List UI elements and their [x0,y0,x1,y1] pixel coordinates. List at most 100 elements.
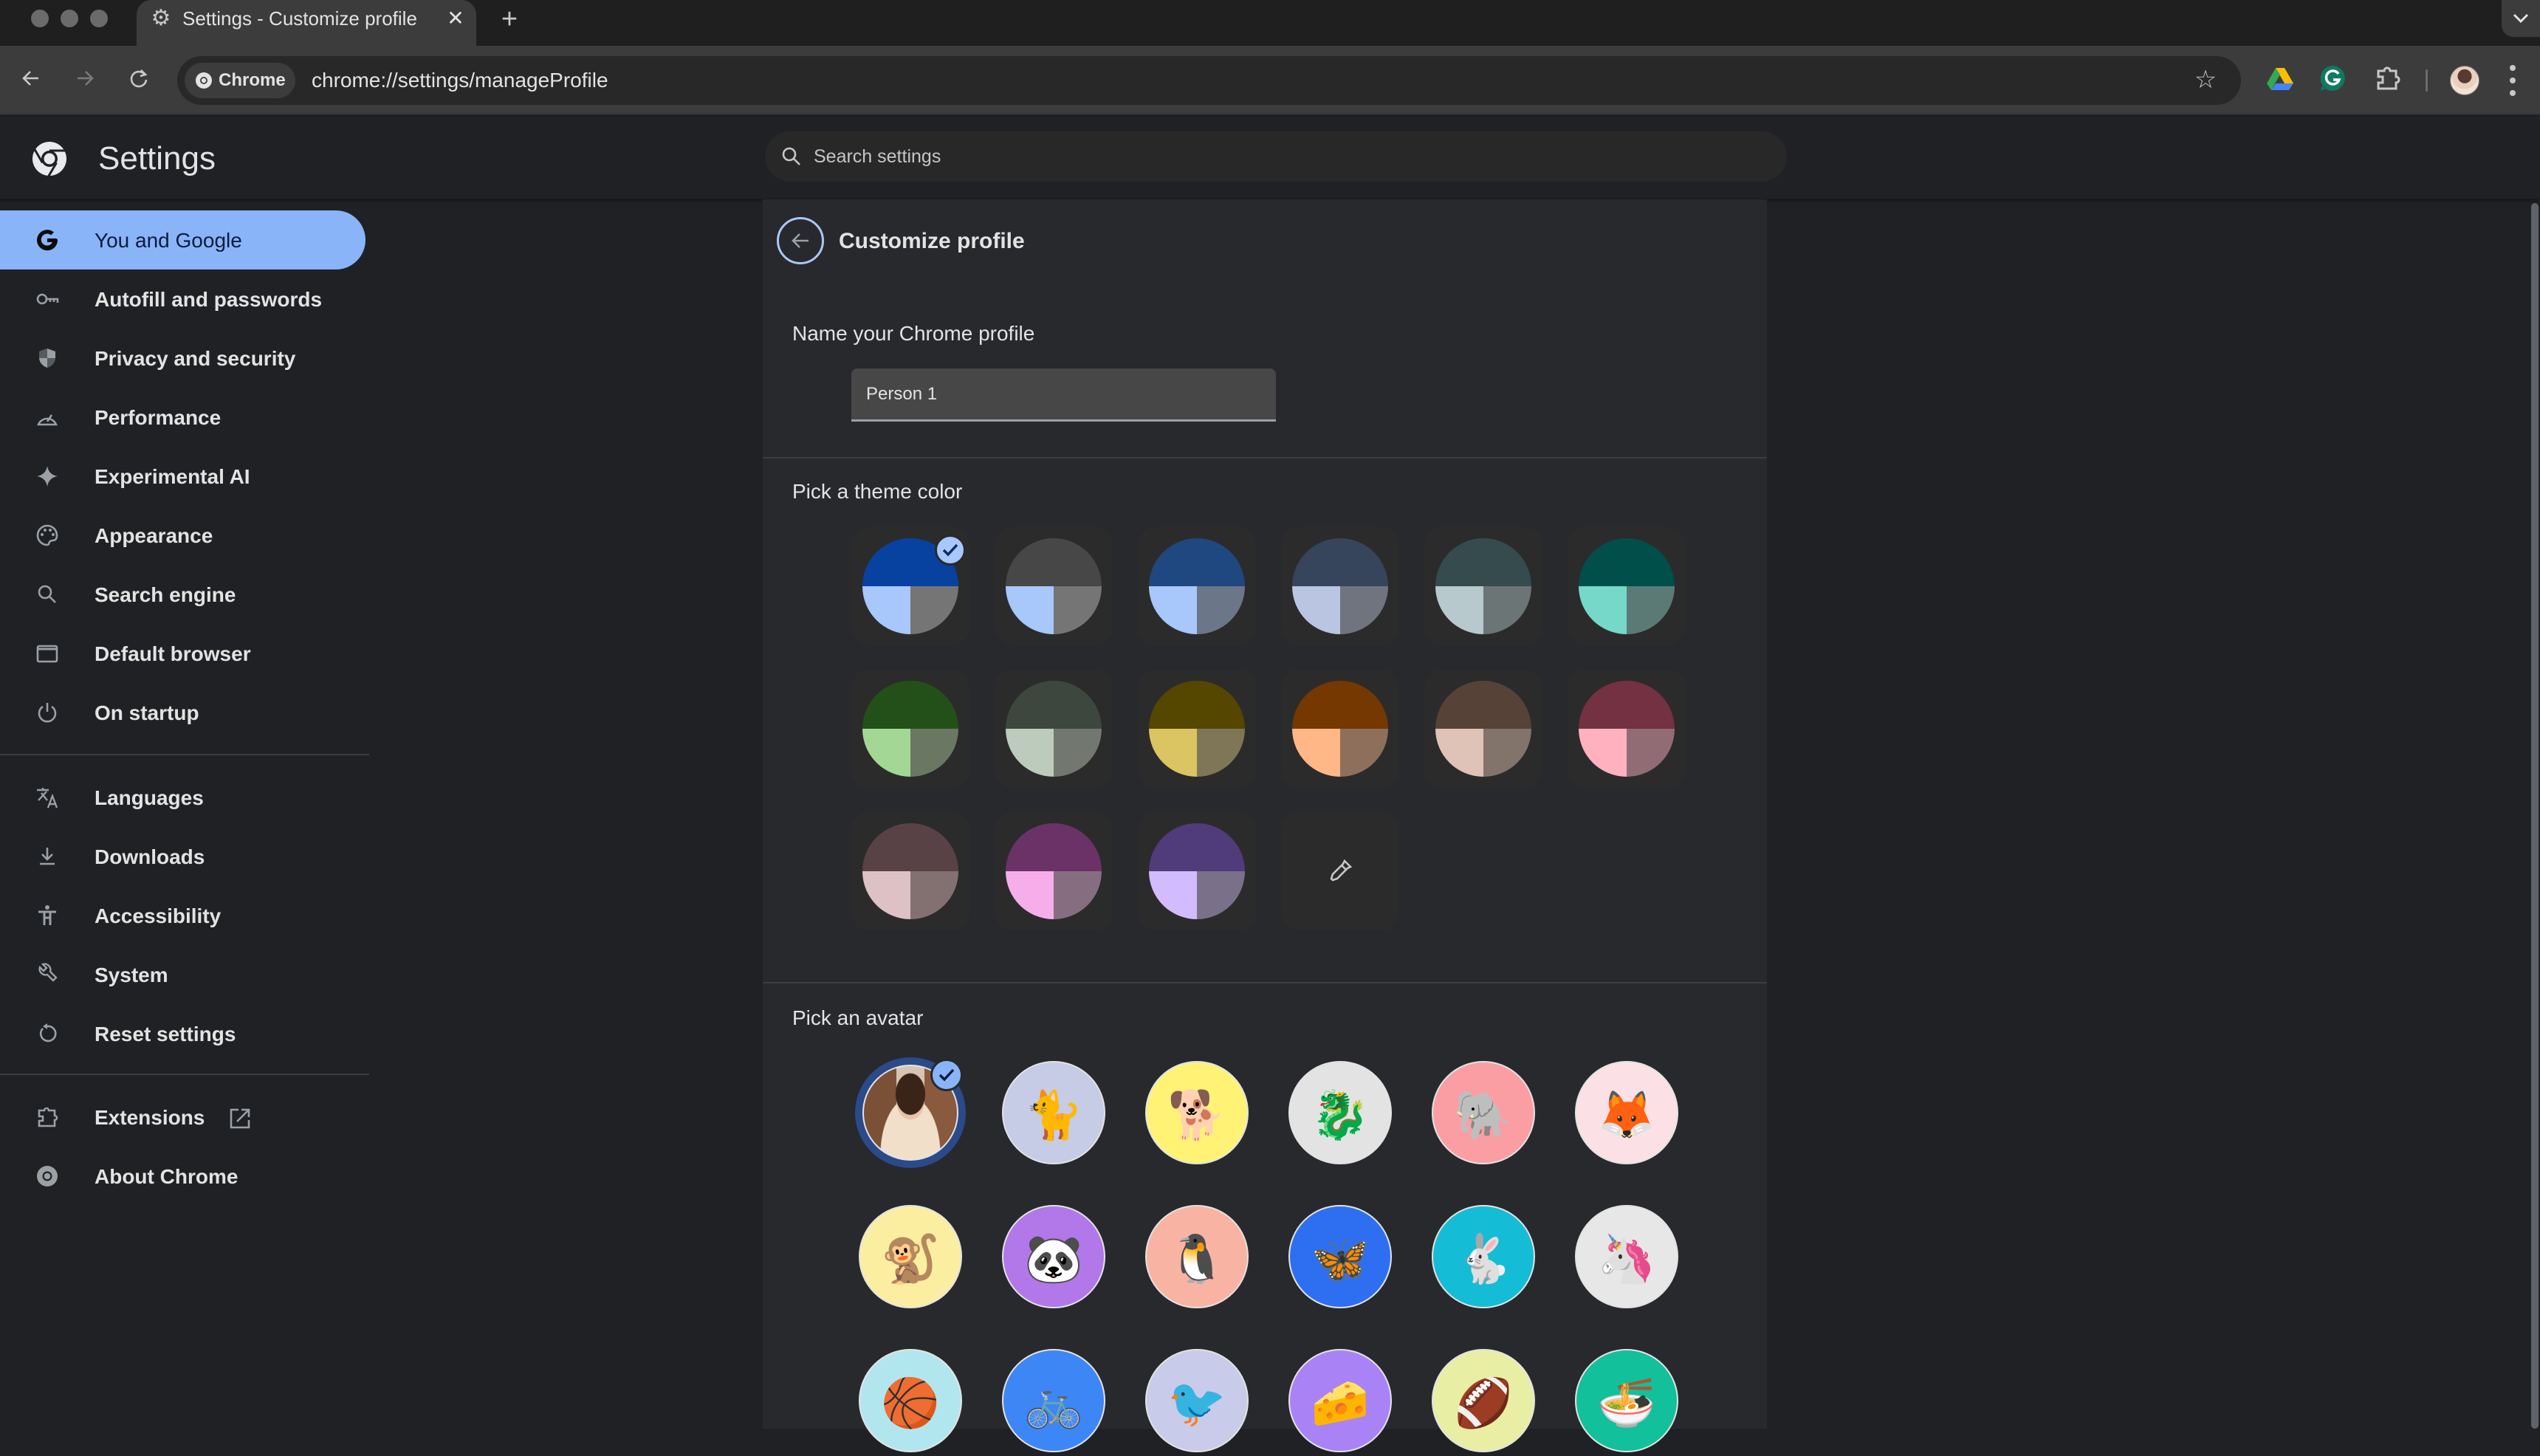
sidebar-item-accessibility[interactable]: Accessibility [0,886,365,945]
sidebar-item-you-and-google[interactable]: You and Google [0,210,365,269]
avatar-option-origami-panda[interactable]: 🐼 [998,1201,1109,1312]
theme-color-swatch[interactable] [851,812,969,930]
window-close-button[interactable] [31,10,49,27]
avatar-option-profile-photo[interactable] [855,1057,966,1168]
search-settings-box[interactable] [765,131,1787,182]
sidebar-item-privacy[interactable]: Privacy and security [0,329,365,388]
theme-color-swatch[interactable] [1568,527,1686,645]
avatar-option-origami-unicorn[interactable]: 🦄 [1571,1201,1682,1312]
avatar-option-football[interactable]: 🏈 [1428,1345,1539,1456]
selected-check-icon [935,535,966,566]
settings-header: Settings [0,114,2540,199]
avatar-option-cardinal[interactable]: 🐦 [1142,1345,1252,1456]
chrome-menu-button[interactable] [2507,65,2519,96]
theme-color-preview [1149,538,1245,634]
sidebar-item-autofill[interactable]: Autofill and passwords [0,269,365,329]
sidebar-divider [0,1074,369,1075]
sidebar-item-performance[interactable]: Performance [0,388,365,447]
theme-color-preview [1579,538,1675,634]
window-zoom-button[interactable] [90,10,108,27]
sidebar-item-on-startup[interactable]: On startup [0,683,365,742]
avatar-image: 🍜 [1575,1349,1678,1452]
sidebar-item-search-engine[interactable]: Search engine [0,565,365,624]
theme-color-preview [1006,681,1102,777]
avatar-option-origami-monkey[interactable]: 🐒 [855,1201,966,1312]
avatar-option-origami-corgi[interactable]: 🐕 [1142,1057,1252,1168]
sidebar-item-about-chrome[interactable]: About Chrome [0,1147,365,1206]
avatar-image: 🐘 [1432,1061,1535,1164]
avatar-option-origami-dragon[interactable]: 🐉 [1285,1057,1396,1168]
origami-rabbit-icon: 🐇 [1454,1232,1513,1285]
sidebar-divider [0,754,369,755]
avatar-option-origami-cat[interactable]: 🐈 [998,1057,1109,1168]
avatar-image: 🦊 [1575,1061,1678,1164]
avatar-option-origami-elephant[interactable]: 🐘 [1428,1057,1539,1168]
theme-color-swatch[interactable] [1138,670,1256,788]
ramen-icon: 🍜 [1597,1376,1656,1429]
swatch-segment [1006,729,1054,777]
swatch-segment [1579,538,1675,586]
sidebar-item-system[interactable]: System [0,945,365,1004]
sidebar-item-default-browser[interactable]: Default browser [0,624,365,683]
origami-cat-icon: 🐈 [1024,1088,1083,1141]
theme-color-preview [1579,681,1675,777]
reload-button[interactable] [123,62,155,95]
theme-color-swatch[interactable] [1424,670,1542,788]
cardinal-icon: 🐦 [1167,1376,1226,1429]
origami-fox-icon: 🦊 [1597,1088,1656,1141]
forward-button[interactable] [69,62,101,95]
download-icon [40,848,55,865]
window-minimize-button[interactable] [61,10,78,27]
new-tab-button[interactable]: + [495,4,524,34]
profile-avatar-button[interactable] [2450,66,2479,95]
tab-search-button[interactable] [2502,0,2540,37]
tab-settings[interactable]: ⚙ Settings - Customize profile ✕ [137,0,476,46]
custom-color-button[interactable] [1281,812,1399,930]
swatch-segment [1197,586,1245,634]
swatch-segment [1435,538,1531,586]
tab-close-button[interactable]: ✕ [443,6,468,31]
avatar-option-cheese[interactable]: 🧀 [1285,1345,1396,1456]
theme-color-swatch[interactable] [995,670,1113,788]
theme-color-swatch[interactable] [1568,670,1686,788]
sidebar-item-label: Extensions [95,1106,205,1129]
avatar-option-basketball[interactable]: 🏀 [855,1345,966,1456]
bookmark-star-icon[interactable]: ☆ [2191,65,2220,95]
swatch-segment [910,586,958,634]
theme-color-swatch[interactable] [1138,527,1256,645]
sidebar-item-appearance[interactable]: Appearance [0,506,365,565]
swatch-segment [1292,586,1340,634]
theme-color-swatch[interactable] [995,812,1113,930]
back-button[interactable] [15,62,47,95]
theme-color-swatch[interactable] [851,670,969,788]
avatar-option-origami-penguin[interactable]: 🐧 [1142,1201,1252,1312]
theme-color-swatch[interactable] [1281,527,1399,645]
avatar-option-origami-butterfly[interactable]: 🦋 [1285,1201,1396,1312]
sidebar-item-experimental-ai[interactable]: Experimental AI [0,447,365,506]
grammarly-icon[interactable] [2318,63,2348,93]
page-scrollbar[interactable] [2531,203,2539,1429]
theme-color-swatch[interactable] [1424,527,1542,645]
google-drive-icon[interactable] [2265,63,2295,93]
search-settings-input[interactable] [814,142,1766,171]
swatch-segment [1149,823,1245,871]
extensions-puzzle-icon[interactable] [2372,63,2402,93]
avatar-option-origami-fox[interactable]: 🦊 [1571,1057,1682,1168]
sidebar-item-extensions[interactable]: Extensions [0,1088,365,1147]
address-bar[interactable]: Chrome chrome://settings/manageProfile ☆ [177,56,2241,105]
sidebar-item-reset-settings[interactable]: Reset settings [0,1004,365,1063]
theme-color-swatch[interactable] [1138,812,1256,930]
sidebar-item-languages[interactable]: Languages [0,768,365,827]
theme-color-swatch[interactable] [995,527,1113,645]
profile-name-input[interactable] [851,368,1276,422]
avatar-option-origami-rabbit[interactable]: 🐇 [1428,1201,1539,1312]
site-info-chip[interactable]: Chrome [185,63,295,98]
theme-color-swatch[interactable] [1281,670,1399,788]
sidebar-item-downloads[interactable]: Downloads [0,827,365,886]
url-text[interactable]: chrome://settings/manageProfile [312,69,608,92]
theme-color-swatch[interactable] [851,527,969,645]
back-to-you-and-google-button[interactable] [777,217,824,264]
sidebar-item-label: Accessibility [95,904,222,927]
avatar-option-ramen[interactable]: 🍜 [1571,1345,1682,1456]
avatar-option-bike[interactable]: 🚲 [998,1345,1109,1456]
